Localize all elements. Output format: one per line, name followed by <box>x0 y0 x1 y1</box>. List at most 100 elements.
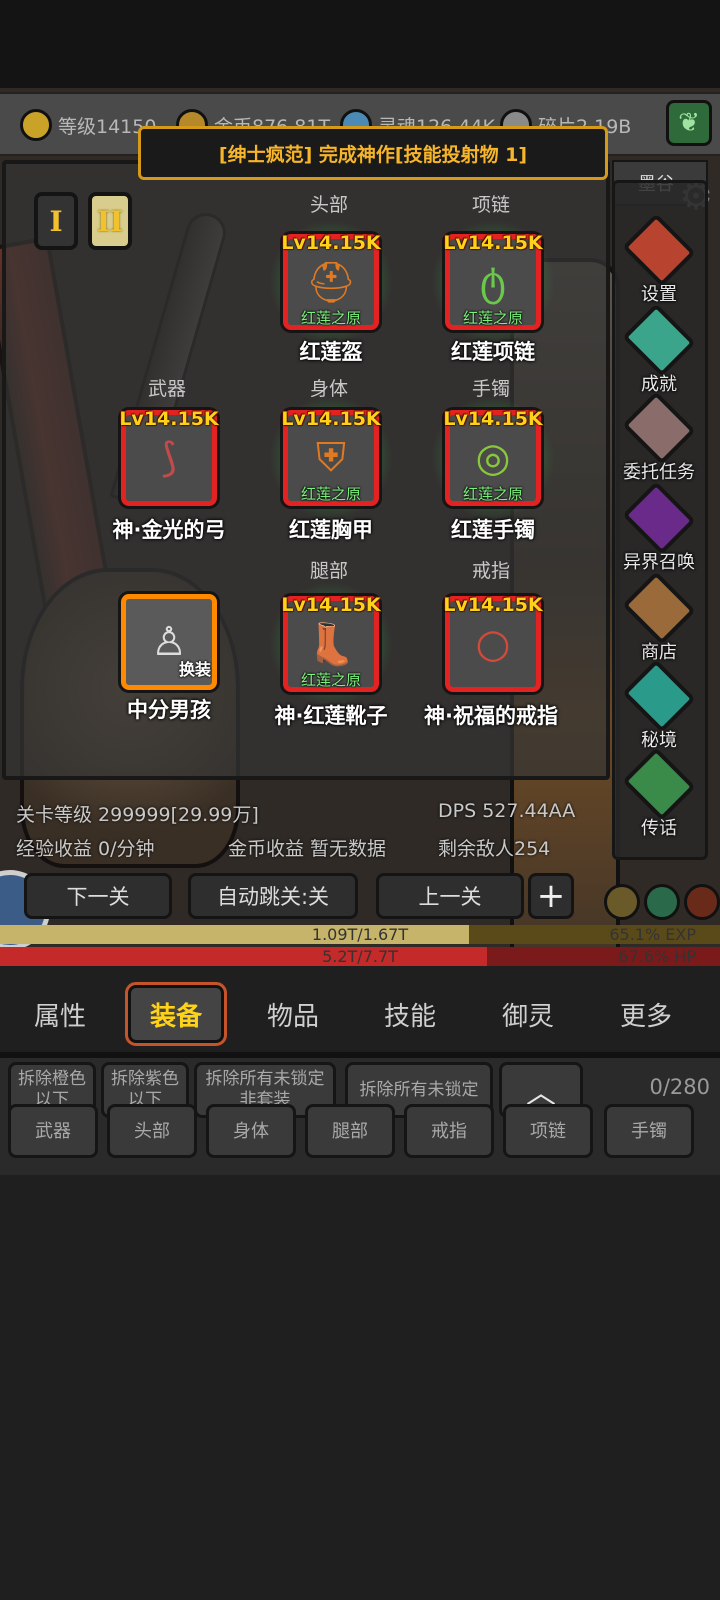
ring-item-name: 神·祝福的戒指 <box>424 704 558 728</box>
character-slot[interactable]: ♙ 换装 <box>121 594 217 690</box>
bracelet-level: Lv14.15K <box>443 408 543 430</box>
exp-bar: 1.09T/1.67T 65.1% EXP <box>0 925 720 944</box>
exp-rate: 经验收益 0/分钟 <box>16 838 155 860</box>
head-slot[interactable]: ⛑ Lv14.15K 红莲之原 <box>269 220 393 344</box>
star-icon <box>622 303 696 377</box>
side-menu-item-4[interactable]: 商店 <box>620 571 698 664</box>
filter-button[interactable]: 戒指 <box>404 1104 494 1158</box>
tab-5[interactable]: 更多 <box>598 985 694 1043</box>
legs-set: 红莲之原 <box>300 671 361 689</box>
necklace-icon: ტ <box>479 259 507 305</box>
side-menu-item-2[interactable]: 委托任务 <box>620 391 698 484</box>
chestplate-icon: ⛨ <box>316 435 346 481</box>
body-slot[interactable]: ⛨ Lv14.15K 红莲之原 <box>269 396 393 520</box>
level-resource: 等级14150 <box>20 109 156 141</box>
loadout-tab-1[interactable]: I <box>34 192 78 250</box>
tab-4[interactable]: 御灵 <box>480 985 576 1043</box>
loadout-tab-2[interactable]: II <box>88 192 132 250</box>
bracelet-icon: ◎ <box>475 435 511 481</box>
notification-banner: [绅士疯范] 完成神作[技能投射物 1] <box>138 126 608 180</box>
necklace-item-name: 红莲项链 <box>451 340 535 364</box>
plus-button[interactable]: + <box>528 873 574 919</box>
tab-0[interactable]: 属性 <box>12 985 108 1043</box>
character-name: 中分男孩 <box>127 698 211 722</box>
leaf-icon[interactable]: ❦ <box>666 100 712 146</box>
prev-stage-button[interactable]: 上一关 <box>376 873 524 919</box>
hp-bar: 5.2T/7.7T 67.6% HP <box>0 947 720 966</box>
banner-text: [绅士疯范] 完成神作[技能投射物 1] <box>218 143 528 166</box>
loadout-tab-2-label: II <box>96 204 124 238</box>
legs-item-name: 神·红莲靴子 <box>274 704 388 728</box>
body-item-name: 红莲胸甲 <box>289 518 373 542</box>
tab-1[interactable]: 装备 <box>125 982 227 1046</box>
loadout-tab-1-label: I <box>49 204 63 238</box>
slot-label-ring: 戒指 <box>471 560 510 582</box>
side-menu-item-5[interactable]: 秘境 <box>620 659 698 752</box>
auto-skip-label: 自动跳关:关 <box>216 885 330 909</box>
legs-slot[interactable]: 👢 Lv14.15K 红莲之原 <box>269 582 393 706</box>
ring-slot[interactable]: ○ Lv14.15K <box>443 594 543 692</box>
bow-icon: ⟆ <box>161 435 177 481</box>
slot-label-necklace: 项链 <box>471 194 510 216</box>
bracelet-slot[interactable]: ◎ Lv14.15K 红莲之原 <box>431 396 555 520</box>
crown-icon <box>20 109 52 141</box>
tab-3[interactable]: 技能 <box>362 985 458 1043</box>
filter-button[interactable]: 头部 <box>107 1104 197 1158</box>
head-set: 红莲之原 <box>300 309 361 327</box>
status-bar-area <box>0 0 720 88</box>
exp-bar-percent: 65.1% EXP <box>609 925 696 944</box>
side-menu-item-6[interactable]: 传话 <box>620 747 698 840</box>
gear-diamond-icon <box>622 213 696 287</box>
bracelet-set: 红莲之原 <box>462 485 523 503</box>
necklace-level: Lv14.15K <box>443 232 543 254</box>
filter-button[interactable]: 武器 <box>8 1104 98 1158</box>
filter-button[interactable]: 项链 <box>503 1104 593 1158</box>
weapon-slot[interactable]: ⟆ Lv14.15K <box>119 408 219 506</box>
buff-red-icon[interactable] <box>684 884 720 920</box>
plus-icon: + <box>536 876 566 916</box>
head-level: Lv14.15K <box>281 232 381 254</box>
prev-stage-label: 上一关 <box>418 885 482 909</box>
gold-rate: 金币收益 暂无数据 <box>228 838 387 860</box>
buff-icons <box>604 884 720 922</box>
stage-level: 关卡等级 299999[29.99万] <box>16 804 259 826</box>
next-stage-label: 下一关 <box>66 885 130 909</box>
hp-bar-percent: 67.6% HP <box>618 947 696 966</box>
buff-green-icon[interactable] <box>644 884 680 920</box>
boot-icon: 👢 <box>306 621 356 668</box>
auto-skip-button[interactable]: 自动跳关:关 <box>188 873 358 919</box>
ring-level: Lv14.15K <box>443 594 543 616</box>
legs-level: Lv14.15K <box>281 594 381 616</box>
filter-button[interactable]: 手镯 <box>604 1104 694 1158</box>
next-stage-button[interactable]: 下一关 <box>24 873 172 919</box>
slot-label-legs: 腿部 <box>309 560 348 582</box>
side-menu-item-3[interactable]: 异界召唤 <box>620 481 698 574</box>
portal-icon <box>622 481 696 555</box>
hp-bar-text: 5.2T/7.7T <box>322 947 398 966</box>
inventory-count: 0/280 <box>649 1075 710 1099</box>
side-menu-item-0[interactable]: 设置 <box>620 213 698 306</box>
weapon-item-name: 神·金光的弓 <box>112 518 226 542</box>
tab-2[interactable]: 物品 <box>245 985 341 1043</box>
filter-button[interactable]: 身体 <box>206 1104 296 1158</box>
bag-icon <box>622 571 696 645</box>
head-item-name: 红莲盔 <box>299 340 363 364</box>
side-menu-item-1[interactable]: 成就 <box>620 303 698 396</box>
slot-label-head: 头部 <box>309 194 348 216</box>
bracelet-item-name: 红莲手镯 <box>451 518 535 542</box>
game-screen: 等级14150 金币876.81T 灵魂126.44K 碎片2.19B ❦ 墨谷… <box>0 0 720 1600</box>
dps-value: DPS 527.44AA <box>438 800 576 822</box>
megaphone-icon <box>622 747 696 821</box>
necklace-slot[interactable]: ტ Lv14.15K 红莲之原 <box>431 220 555 344</box>
ring-icon: ○ <box>475 621 511 667</box>
necklace-set: 红莲之原 <box>462 309 523 327</box>
swap-outfit-label[interactable]: 换装 <box>179 656 211 680</box>
remaining-enemies: 剩余敌人254 <box>438 838 551 860</box>
body-level: Lv14.15K <box>281 408 381 430</box>
filter-button[interactable]: 腿部 <box>305 1104 395 1158</box>
handshake-icon <box>622 391 696 465</box>
buff-gold-icon[interactable] <box>604 884 640 920</box>
helmet-icon: ⛑ <box>305 259 357 306</box>
swirl-icon <box>622 659 696 733</box>
weapon-level: Lv14.15K <box>119 408 219 430</box>
